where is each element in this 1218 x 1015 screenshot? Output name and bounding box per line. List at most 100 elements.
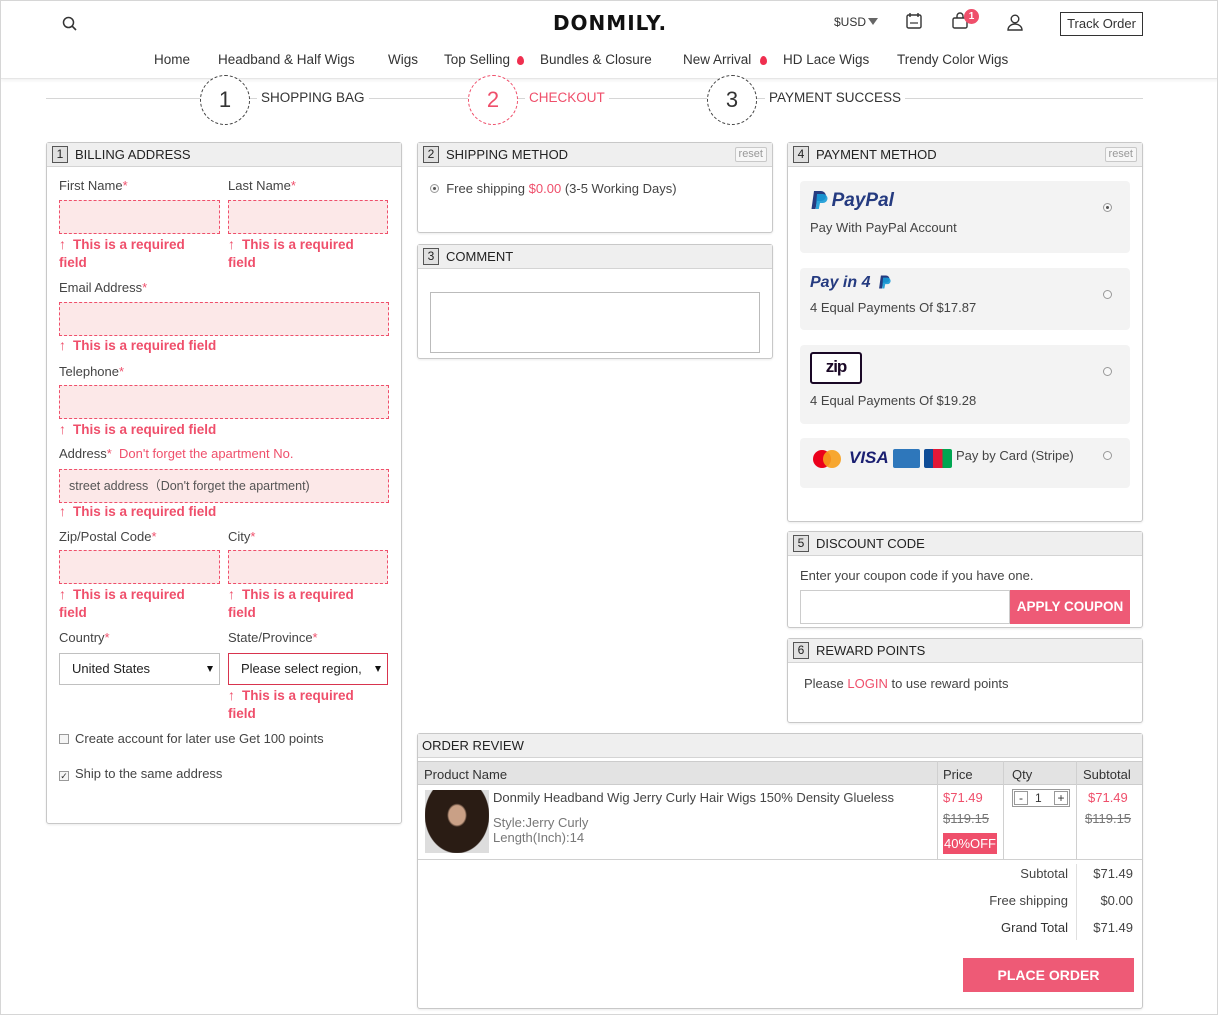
paypal-icon [811, 191, 828, 209]
free-shipping-option[interactable]: Free shipping $0.00 (3-5 Working Days) [430, 181, 677, 196]
nav-item-hd-lace-wigs[interactable]: HD Lace Wigs [783, 52, 869, 67]
city-field[interactable] [228, 550, 388, 584]
arrow-up-icon: ↑ [59, 503, 66, 519]
paypal-logo: PayPal [810, 190, 894, 212]
zip-logo: zip [810, 352, 862, 384]
order-review-header: ORDER REVIEW [418, 734, 1142, 758]
telephone-label: Telephone* [59, 364, 125, 379]
billing-title: BILLING ADDRESS [75, 147, 191, 162]
email-label: Email Address* [59, 280, 148, 295]
product-name[interactable]: Donmily Headband Wig Jerry Curly Hair Wi… [493, 790, 894, 805]
address-error: ↑ This is a required field [59, 503, 217, 519]
arrow-up-icon: ↑ [228, 687, 235, 703]
city-label: City* [228, 529, 256, 544]
product-length: Length(Inch):14 [493, 830, 585, 845]
shipping-method-panel: 2 SHIPPING METHOD reset Free shipping $0.0… [417, 142, 773, 233]
shipping-reset-button[interactable]: reset [734, 147, 767, 162]
item-old-price: $119.15 [943, 811, 990, 826]
nav-item-wigs[interactable]: Wigs [388, 52, 418, 67]
paypal-description: Pay With PayPal Account [810, 220, 957, 235]
step-1-label: SHOPPING BAG [257, 90, 369, 105]
arrow-up-icon: ↑ [228, 236, 235, 252]
caret-down-icon [207, 666, 213, 672]
qty-value[interactable]: 1 [1035, 791, 1042, 805]
billing-header: 1 BILLING ADDRESS [47, 143, 401, 167]
nav-item-new-arrival[interactable]: New Arrival [683, 52, 751, 67]
nav-item-top-selling[interactable]: Top Selling [444, 52, 510, 67]
discount-header: 5 DISCOUNT CODE [788, 532, 1142, 556]
create-account-checkbox[interactable] [59, 734, 69, 744]
login-link[interactable]: LOGIN [847, 676, 887, 691]
first-name-error: ↑ This is a required field [59, 236, 185, 270]
hot-dot-icon [517, 56, 524, 65]
step-1-circle: 1 [200, 75, 250, 125]
zip-radio[interactable] [1103, 367, 1112, 376]
product-style: Style:Jerry Curly [493, 815, 589, 830]
section-number: 1 [52, 146, 68, 163]
paypal-icon [879, 275, 891, 289]
currency-selector[interactable]: $USD [834, 15, 879, 29]
site-logo[interactable]: DONMILY. [1, 11, 1217, 35]
arrow-up-icon: ↑ [59, 421, 66, 437]
paypal-option[interactable]: PayPal Pay With PayPal Account [800, 181, 1130, 253]
zip-error: ↑ This is a required field [59, 586, 185, 620]
ship-same-checkbox[interactable]: ✓ [59, 771, 69, 781]
zip-option[interactable]: zip 4 Equal Payments Of $19.28 [800, 345, 1130, 424]
email-error: ↑ This is a required field [59, 337, 217, 353]
address-hint: Don't forget the apartment No. [119, 446, 294, 461]
country-select[interactable]: United States [59, 653, 220, 685]
coupon-input[interactable] [800, 590, 1010, 624]
nav-item-trendy-color-wigs[interactable]: Trendy Color Wigs [897, 52, 1008, 67]
calendar-icon[interactable] [905, 12, 923, 30]
paypal-radio[interactable] [1103, 203, 1112, 212]
pay-in-4-option[interactable]: Pay in 4 4 Equal Payments Of $17.87 [800, 268, 1130, 330]
city-error: ↑ This is a required field [228, 586, 354, 620]
email-field[interactable] [59, 302, 389, 336]
zip-field[interactable] [59, 550, 220, 584]
hot-dot-icon [760, 56, 767, 65]
arrow-up-icon: ↑ [59, 337, 66, 353]
telephone-field[interactable] [59, 385, 389, 419]
amex-icon [893, 449, 920, 468]
street-address-field[interactable]: street address（Don't forget the apartmen… [59, 469, 389, 503]
shipping-header: 2 SHIPPING METHOD reset [418, 143, 772, 167]
state-select[interactable]: Please select region, [228, 653, 388, 685]
step-3-label: PAYMENT SUCCESS [765, 90, 906, 105]
zip-label: Zip/Postal Code* [59, 529, 157, 544]
order-review-panel: ORDER REVIEW Product Name Price Qty Subt… [417, 733, 1143, 1009]
reward-header: 6 REWARD POINTS [788, 639, 1142, 663]
grand-total-value: $71.49 [1093, 920, 1133, 935]
user-icon[interactable] [1006, 13, 1024, 31]
nav-item-headband-half-wigs[interactable]: Headband & Half Wigs [218, 52, 355, 67]
free-shipping-radio[interactable] [430, 184, 439, 193]
jcb-icon [924, 449, 952, 468]
visa-logo: VISA [849, 448, 889, 467]
last-name-field[interactable] [228, 200, 388, 234]
cart-count-badge: 1 [964, 9, 979, 24]
pay-in-4-radio[interactable] [1103, 290, 1112, 299]
card-description: Pay by Card (Stripe) [956, 448, 1074, 463]
arrow-up-icon: ↑ [59, 586, 66, 602]
card-radio[interactable] [1103, 451, 1112, 460]
qty-plus-button[interactable]: + [1054, 791, 1068, 805]
ship-same-option[interactable]: ✓ Ship to the same address [59, 766, 222, 781]
zip-description: 4 Equal Payments Of $19.28 [810, 393, 977, 408]
pay-in-4-logo: Pay in 4 [810, 274, 891, 292]
place-order-button[interactable]: PLACE ORDER [963, 958, 1134, 992]
reward-text: Please LOGIN to use reward points [804, 676, 1009, 691]
track-order-button[interactable]: Track Order [1060, 12, 1143, 36]
qty-minus-button[interactable]: - [1014, 791, 1028, 805]
apply-coupon-button[interactable]: APPLY COUPON [1010, 590, 1130, 624]
comment-header: 3 COMMENT [418, 245, 772, 269]
subtotal-value: $71.49 [1093, 866, 1133, 881]
comment-textarea[interactable] [430, 292, 760, 353]
quantity-stepper[interactable]: - 1 + [1012, 789, 1070, 807]
card-option[interactable]: VISA Pay by Card (Stripe) [800, 438, 1130, 488]
create-account-option[interactable]: Create account for later use Get 100 poi… [59, 731, 324, 746]
nav-item-home[interactable]: Home [154, 52, 190, 67]
nav-item-bundles-closure[interactable]: Bundles & Closure [540, 52, 652, 67]
product-thumbnail[interactable] [425, 790, 489, 853]
first-name-field[interactable] [59, 200, 220, 234]
payment-reset-button[interactable]: reset [1104, 147, 1137, 162]
currency-label: $USD [834, 15, 867, 29]
